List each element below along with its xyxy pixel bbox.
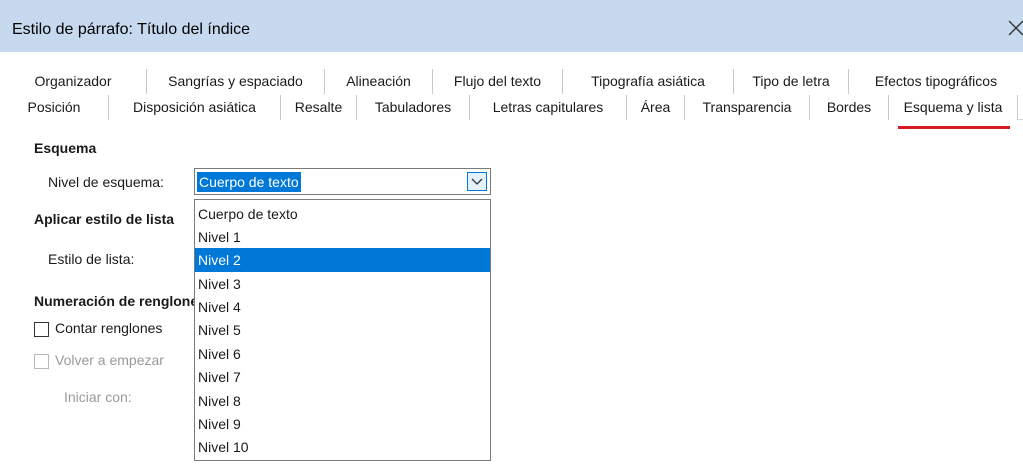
- volver-label: Volver a empezar: [55, 352, 164, 368]
- tab-row-2: Posición Disposición asiática Resalte Ta…: [0, 95, 1023, 120]
- option-nivel-4[interactable]: Nivel 4: [195, 295, 490, 319]
- tab-organizador[interactable]: Organizador: [0, 69, 146, 94]
- nivel-esquema-value: Cuerpo de texto: [197, 172, 301, 192]
- window-title: Estilo de párrafo: Título del índice: [12, 21, 251, 38]
- chevron-down-icon: [471, 178, 483, 185]
- contar-label: Contar renglones: [55, 320, 163, 336]
- nivel-esquema-dropdown: Cuerpo de texto Nivel 1 Nivel 2 Nivel 3 …: [194, 199, 491, 461]
- tab-resalte[interactable]: Resalte: [280, 95, 356, 120]
- dropdown-button[interactable]: [467, 172, 487, 191]
- option-nivel-2[interactable]: Nivel 2: [195, 248, 490, 272]
- estilo-lista-label: Estilo de lista:: [48, 251, 135, 267]
- esquema-heading: Esquema: [34, 140, 97, 156]
- option-nivel-1[interactable]: Nivel 1: [195, 225, 490, 249]
- iniciar-label: Iniciar con:: [64, 389, 132, 405]
- numeracion-heading: Numeración de renglones: [34, 293, 206, 309]
- tab-efectos[interactable]: Efectos tipográficos: [848, 69, 1023, 94]
- close-icon[interactable]: [1004, 16, 1023, 40]
- tab-posicion[interactable]: Posición: [0, 95, 108, 120]
- option-nivel-10[interactable]: Nivel 10: [195, 435, 490, 459]
- tab-flujo[interactable]: Flujo del texto: [432, 69, 562, 94]
- tab-esquema-lista[interactable]: Esquema y lista: [888, 95, 1018, 120]
- active-tab-indicator: [898, 126, 1010, 129]
- tab-alineacion[interactable]: Alineación: [324, 69, 432, 94]
- option-nivel-7[interactable]: Nivel 7: [195, 365, 490, 389]
- tab-area[interactable]: Área: [626, 95, 684, 120]
- tab-disposicion-asiatica[interactable]: Disposición asiática: [108, 95, 280, 120]
- lista-heading: Aplicar estilo de lista: [34, 211, 175, 227]
- option-nivel-5[interactable]: Nivel 5: [195, 318, 490, 342]
- nivel-esquema-combo[interactable]: Cuerpo de texto: [194, 168, 491, 195]
- title-bar: Estilo de párrafo: Título del índice: [0, 0, 1023, 52]
- option-nivel-3[interactable]: Nivel 3: [195, 272, 490, 296]
- option-nivel-8[interactable]: Nivel 8: [195, 389, 490, 413]
- option-nivel-6[interactable]: Nivel 6: [195, 342, 490, 366]
- option-cuerpo[interactable]: Cuerpo de texto: [195, 202, 490, 226]
- tab-transparencia[interactable]: Transparencia: [684, 95, 809, 120]
- nivel-esquema-label: Nivel de esquema:: [48, 174, 164, 190]
- option-nivel-9[interactable]: Nivel 9: [195, 412, 490, 436]
- tab-row-1: Organizador Sangrías y espaciado Alineac…: [0, 69, 1023, 94]
- tab-bordes[interactable]: Bordes: [809, 95, 888, 120]
- tab-tipografia-asiatica[interactable]: Tipografía asiática: [562, 69, 733, 94]
- tab-tipo-letra[interactable]: Tipo de letra: [733, 69, 848, 94]
- tab-letras-capitulares[interactable]: Letras capitulares: [469, 95, 626, 120]
- tab-tabuladores[interactable]: Tabuladores: [356, 95, 469, 120]
- volver-checkbox[interactable]: [34, 354, 49, 369]
- tab-sangrias[interactable]: Sangrías y espaciado: [146, 69, 324, 94]
- contar-checkbox[interactable]: [34, 322, 49, 337]
